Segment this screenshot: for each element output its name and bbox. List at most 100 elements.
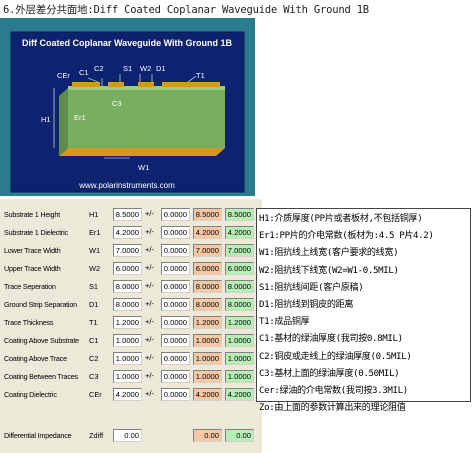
substrate-front bbox=[68, 88, 225, 148]
note-line: C1:基材的绿油厚度(我司按0.8MIL) bbox=[259, 334, 403, 345]
impedance-symbol: Zdiff bbox=[89, 431, 104, 440]
param-symbol: W1 bbox=[89, 246, 101, 255]
param-max-value: 4.2000 bbox=[225, 388, 254, 401]
diagram-url: www.polarinstruments.com bbox=[78, 181, 175, 190]
trace-2 bbox=[138, 82, 154, 87]
param-max-value: 7.0000 bbox=[225, 244, 254, 257]
param-tolerance-input[interactable]: 0.0000 bbox=[161, 298, 190, 311]
param-tolerance-input[interactable]: 0.0000 bbox=[161, 244, 190, 257]
plus-minus-label: +/- bbox=[145, 209, 155, 218]
ground-plane bbox=[59, 148, 225, 156]
plus-minus-label: +/- bbox=[145, 299, 155, 308]
param-max-value: 1.0000 bbox=[225, 370, 254, 383]
parameter-panel: Substrate 1 Height H1 8.5000 +/- 0.0000 8.500… bbox=[0, 199, 262, 453]
param-max-value: 8.0000 bbox=[225, 280, 254, 293]
param-symbol: C1 bbox=[89, 336, 99, 345]
plus-minus-label: +/- bbox=[145, 371, 155, 380]
param-row: Trace Thickness T1 1.2000 +/- 0.0000 1.2000 1.… bbox=[0, 315, 262, 331]
param-row: Upper Trace Width W2 6.0000 +/- 0.0000 6.0000… bbox=[0, 261, 262, 277]
param-row: Coating Above Trace C2 1.0000 +/- 0.0000 1.00… bbox=[0, 351, 262, 367]
param-min-value: 4.2000 bbox=[193, 388, 222, 401]
param-symbol: C2 bbox=[89, 354, 99, 363]
param-value-input[interactable]: 1.0000 bbox=[113, 334, 142, 347]
param-value-input[interactable]: 4.2000 bbox=[113, 226, 142, 239]
param-value-input[interactable]: 1.0000 bbox=[113, 370, 142, 383]
plus-minus-label: +/- bbox=[145, 389, 155, 398]
param-tolerance-input[interactable]: 0.0000 bbox=[161, 370, 190, 383]
param-label: Substrate 1 Height bbox=[4, 210, 60, 219]
param-value-input[interactable]: 8.5000 bbox=[113, 208, 142, 221]
label-cer: CEr bbox=[57, 71, 70, 80]
param-label: Ground Strip Separation bbox=[4, 300, 77, 309]
note-line: W1:阻抗线上线宽(客户要求的线宽) bbox=[259, 248, 399, 259]
label-t1: T1 bbox=[196, 71, 205, 80]
param-max-value: 1.0000 bbox=[225, 334, 254, 347]
impedance-value[interactable]: 0.00 bbox=[113, 429, 142, 442]
param-row: Coating Dielectric CEr 4.2000 +/- 0.0000 4.20… bbox=[0, 387, 262, 403]
param-label: Upper Trace Width bbox=[4, 264, 61, 273]
param-tolerance-input[interactable]: 0.0000 bbox=[161, 208, 190, 221]
note-line: C2:铜皮或走线上的绿油厚度(0.5MIL) bbox=[259, 351, 412, 362]
page-title: 6.外层差分共面地:Diff Coated Coplanar Waveguide… bbox=[3, 4, 369, 16]
note-line: Er1:PP片的介电常数(板材为:4.5 P片4.2) bbox=[259, 231, 434, 242]
param-min-value: 7.0000 bbox=[193, 244, 222, 257]
param-label: Trace Seperation bbox=[4, 282, 56, 291]
param-min-value: 1.2000 bbox=[193, 316, 222, 329]
param-symbol: CEr bbox=[89, 390, 102, 399]
param-value-input[interactable]: 1.0000 bbox=[113, 352, 142, 365]
param-min-value: 1.0000 bbox=[193, 352, 222, 365]
label-s1: S1 bbox=[123, 64, 132, 73]
note-line: Zo:由上面的参数计算出来的理论阻值 bbox=[259, 403, 406, 414]
param-value-input[interactable]: 8.0000 bbox=[113, 298, 142, 311]
label-c1: C1 bbox=[79, 68, 89, 77]
note-line: S1:阻抗线间距(客户原稿) bbox=[259, 282, 364, 293]
impedance-label: Differential Impedance bbox=[4, 431, 72, 440]
label-w2: W2 bbox=[140, 64, 151, 73]
param-min-value: 4.2000 bbox=[193, 226, 222, 239]
param-min-value: 8.0000 bbox=[193, 298, 222, 311]
impedance-max: 0.00 bbox=[225, 429, 254, 442]
param-min-value: 8.5000 bbox=[193, 208, 222, 221]
notes-box: H1:介质厚度(PP片或者板材,不包括铜厚) Er1:PP片的介电常数(板材为:4… bbox=[256, 208, 471, 413]
param-row: Substrate 1 Height H1 8.5000 +/- 0.0000 8.500… bbox=[0, 207, 262, 223]
param-symbol: H1 bbox=[89, 210, 99, 219]
param-max-value: 6.0000 bbox=[225, 262, 254, 275]
label-c2: C2 bbox=[94, 64, 104, 73]
note-line: T1:成品铜厚 bbox=[259, 317, 310, 328]
trace-1 bbox=[108, 82, 124, 87]
param-min-value: 1.0000 bbox=[193, 370, 222, 383]
ground-strip-right bbox=[162, 82, 220, 87]
impedance-min: 0.00 bbox=[193, 429, 222, 442]
param-tolerance-input[interactable]: 0.0000 bbox=[161, 226, 190, 239]
param-max-value: 4.2000 bbox=[225, 226, 254, 239]
param-tolerance-input[interactable]: 0.0000 bbox=[161, 280, 190, 293]
param-max-value: 1.2000 bbox=[225, 316, 254, 329]
plus-minus-label: +/- bbox=[145, 245, 155, 254]
param-value-input[interactable]: 1.2000 bbox=[113, 316, 142, 329]
diagram-title: Diff Coated Coplanar Waveguide With Grou… bbox=[22, 38, 233, 48]
note-line: D1:阻抗线到铜皮的距离 bbox=[259, 300, 354, 311]
param-symbol: D1 bbox=[89, 300, 99, 309]
param-tolerance-input[interactable]: 0.0000 bbox=[161, 388, 190, 401]
ground-strip-left bbox=[72, 82, 100, 87]
param-label: Coating Above Substrate bbox=[4, 336, 79, 345]
param-label: Coating Between Traces bbox=[4, 372, 78, 381]
plus-minus-label: +/- bbox=[145, 281, 155, 290]
param-symbol: Er1 bbox=[89, 228, 101, 237]
param-value-input[interactable]: 8.0000 bbox=[113, 280, 142, 293]
substrate-side bbox=[59, 88, 68, 156]
param-value-input[interactable]: 4.2000 bbox=[113, 388, 142, 401]
label-c3: C3 bbox=[112, 99, 122, 108]
param-tolerance-input[interactable]: 0.0000 bbox=[161, 262, 190, 275]
param-symbol: S1 bbox=[89, 282, 99, 291]
param-symbol: W2 bbox=[89, 264, 101, 273]
param-value-input[interactable]: 7.0000 bbox=[113, 244, 142, 257]
param-value-input[interactable]: 6.0000 bbox=[113, 262, 142, 275]
param-row: Coating Above Substrate C1 1.0000 +/- 0.0000… bbox=[0, 333, 262, 349]
param-min-value: 1.0000 bbox=[193, 334, 222, 347]
param-tolerance-input[interactable]: 0.0000 bbox=[161, 316, 190, 329]
param-tolerance-input[interactable]: 0.0000 bbox=[161, 334, 190, 347]
param-row: Substrate 1 Dielectric Er1 4.2000 +/- 0.0000… bbox=[0, 225, 262, 241]
param-label: Trace Thickness bbox=[4, 318, 54, 327]
param-tolerance-input[interactable]: 0.0000 bbox=[161, 352, 190, 365]
